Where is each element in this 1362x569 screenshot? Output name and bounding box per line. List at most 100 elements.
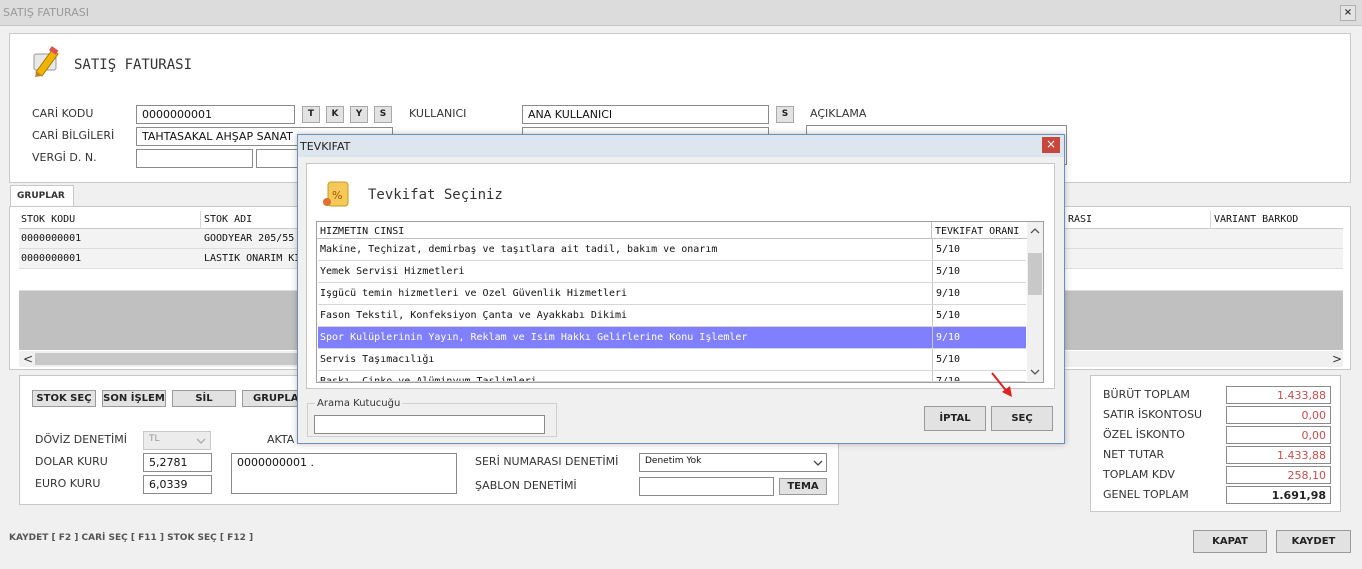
chevron-down-icon xyxy=(813,460,823,466)
stok-sec-button[interactable]: STOK SEÇ xyxy=(32,390,96,407)
genel-value: 1.691,98 xyxy=(1226,486,1331,504)
list-item[interactable]: Servis Taşımacılığı 5/10 xyxy=(318,349,1026,371)
hizmet-cinsi-cell: Servis Taşımacılığı xyxy=(320,354,435,365)
col-hizmetin-cinsi[interactable]: HIZMETIN CINSI xyxy=(320,226,404,237)
genel-label: GENEL TOPLAM xyxy=(1103,488,1189,501)
tevkifat-orani-cell: 5/10 xyxy=(936,244,961,255)
t-button[interactable]: T xyxy=(302,106,320,123)
scrollbar-thumb[interactable] xyxy=(35,353,303,365)
hizmet-cinsi-cell: Yemek Servisi Hizmetleri xyxy=(320,266,465,277)
modal-title: TEVKIFAT xyxy=(300,140,351,153)
list-item[interactable]: İşgücü temin hizmetleri ve Özel Güvenlik… xyxy=(318,283,1026,305)
tevkifat-orani-cell: 7/10 xyxy=(936,376,961,382)
modal-list-header xyxy=(317,222,1027,239)
col-stok-kodu[interactable]: STOK KODU xyxy=(21,214,75,225)
hizmet-cinsi-cell: Makine, Teçhizat, demirbaş ve taşıtlara … xyxy=(320,244,718,255)
seri-label: SERİ NUMARASI DENETİMİ xyxy=(475,455,619,468)
row-1-kod: 0000000001 xyxy=(21,233,82,244)
grupla-button[interactable]: GRUPLA xyxy=(242,390,298,407)
euro-label: EURO KURU xyxy=(35,477,101,490)
tevkifat-orani-cell: 5/10 xyxy=(936,310,961,321)
sablon-input[interactable] xyxy=(639,477,774,496)
satir-label: SATIR İSKONTOSU xyxy=(1103,408,1203,421)
col-variant-barkod[interactable]: VARIANT BARKOD xyxy=(1214,214,1298,225)
doviz-label: DÖVİZ DENETİMİ xyxy=(35,433,128,446)
page-title: SATIŞ FATURASI xyxy=(74,57,193,73)
sec-button[interactable]: SEÇ xyxy=(991,406,1053,431)
akta-textarea[interactable]: 0000000001 . xyxy=(231,453,457,494)
vergi-label: VERGİ D. N. xyxy=(32,151,97,164)
red-arrow-annotation xyxy=(991,372,1012,397)
aciklama-label: AÇIKLAMA xyxy=(810,107,867,120)
ozel-label: ÖZEL İSKONTO xyxy=(1103,428,1185,441)
cari-kodu-input[interactable]: 0000000001 xyxy=(136,105,295,124)
tevkifat-orani-cell: 9/10 xyxy=(936,332,961,343)
y-button[interactable]: Y xyxy=(350,106,368,123)
list-item[interactable]: Makine, Teçhizat, demirbaş ve taşıtlara … xyxy=(318,239,1026,261)
col-tevkifat-orani[interactable]: TEVKIFAT ORANI xyxy=(935,226,1019,237)
sablon-label: ŞABLON DENETİMİ xyxy=(475,479,577,492)
col-stok-adi[interactable]: STOK ADI xyxy=(204,214,252,225)
kullanici-s-button[interactable]: S xyxy=(776,106,794,123)
dolar-input[interactable]: 5,2781 xyxy=(143,453,212,472)
row-1-adi: GOODYEAR 205/55 xyxy=(204,233,295,244)
window-title: SATIŞ FATURASI xyxy=(3,6,90,19)
hizmet-cinsi-cell: Spor Kulüplerinin Yayın, Reklam ve İsim … xyxy=(320,332,748,343)
modal-heading: Tevkifat Seçiniz xyxy=(368,187,503,203)
akta-label: AKTA xyxy=(267,433,295,446)
row-2-adi: LASTİK ONARIM Kİ xyxy=(204,253,301,264)
cari-bilgileri-label: CARİ BİLGİLERİ xyxy=(32,129,115,142)
window-titlebar: SATIŞ FATURASI × xyxy=(0,0,1362,26)
kaydet-button[interactable]: KAYDET xyxy=(1276,530,1351,553)
satir-value: 0,00 xyxy=(1226,406,1331,424)
svg-text:%: % xyxy=(332,189,342,202)
scroll-right-icon[interactable]: > xyxy=(1332,352,1342,366)
brut-label: BÜRÜT TOPLAM xyxy=(1103,388,1190,401)
vergi-dairesi-input[interactable] xyxy=(136,149,253,168)
tevkifat-orani-cell: 9/10 xyxy=(936,288,961,299)
tab-gruplar[interactable]: GRUPLAR xyxy=(10,185,74,207)
kdv-value: 258,10 xyxy=(1226,466,1331,484)
search-input[interactable] xyxy=(314,415,545,434)
chevron-up-icon[interactable] xyxy=(1030,227,1040,235)
list-item[interactable]: Fason Tekstil, Konfeksiyon Çanta ve Ayak… xyxy=(318,305,1026,327)
dolar-label: DOLAR KURU xyxy=(35,455,108,468)
list-item[interactable]: Spor Kulüplerinin Yayın, Reklam ve İsim … xyxy=(318,327,1026,349)
net-label: NET TUTAR xyxy=(1103,448,1165,461)
chevron-down-icon[interactable] xyxy=(1030,368,1040,376)
iptal-button[interactable]: İPTAL xyxy=(924,406,986,431)
k-button[interactable]: K xyxy=(326,106,344,123)
pencil-icon xyxy=(33,46,59,77)
kdv-label: TOPLAM KDV xyxy=(1103,468,1175,481)
shortcut-hints: KAYDET [ F2 ] CARİ SEÇ [ F11 ] STOK SEÇ … xyxy=(9,533,254,543)
tevkifat-orani-cell: 5/10 xyxy=(936,354,961,365)
brut-value: 1.433,88 xyxy=(1226,386,1331,404)
tema-button[interactable]: TEMA xyxy=(779,478,827,495)
seri-select[interactable]: Denetim Yok xyxy=(639,453,827,472)
vertical-scrollbar-thumb[interactable] xyxy=(1028,253,1042,295)
s-button[interactable]: S xyxy=(374,106,392,123)
cari-kodu-label: CARİ KODU xyxy=(32,107,94,120)
euro-input[interactable]: 6,0339 xyxy=(143,475,212,494)
sil-button[interactable]: SİL xyxy=(172,390,236,407)
kullanici-input[interactable]: ANA KULLANICI xyxy=(522,105,769,124)
kapat-button[interactable]: KAPAT xyxy=(1193,530,1267,553)
close-icon[interactable]: × xyxy=(1340,5,1356,21)
modal-titlebar xyxy=(298,135,1064,157)
percent-tag-icon: % xyxy=(323,181,349,207)
search-label: Arama Kutucuğu xyxy=(315,398,403,409)
col-rasi[interactable]: RASI xyxy=(1068,214,1092,225)
ozel-value: 0,00 xyxy=(1226,426,1331,444)
list-item[interactable]: Yemek Servisi Hizmetleri 5/10 xyxy=(318,261,1026,283)
hizmet-cinsi-cell: Fason Tekstil, Konfeksiyon Çanta ve Ayak… xyxy=(320,310,628,321)
kullanici-label: KULLANICI xyxy=(409,107,467,120)
scroll-left-icon[interactable]: < xyxy=(23,352,33,366)
modal-close-icon[interactable]: × xyxy=(1042,137,1060,153)
net-value: 1.433,88 xyxy=(1226,446,1331,464)
tevkifat-orani-cell: 5/10 xyxy=(936,266,961,277)
hizmet-cinsi-cell: İşgücü temin hizmetleri ve Özel Güvenlik… xyxy=(320,288,628,299)
row-2-kod: 0000000001 xyxy=(21,253,82,264)
vertical-scrollbar[interactable] xyxy=(1027,222,1043,382)
son-islem-button[interactable]: SON İŞLEM xyxy=(102,390,166,407)
list-item[interactable]: Baskı, Cinko ve Alüminyum Taslimleri 7/10 xyxy=(318,371,1026,382)
